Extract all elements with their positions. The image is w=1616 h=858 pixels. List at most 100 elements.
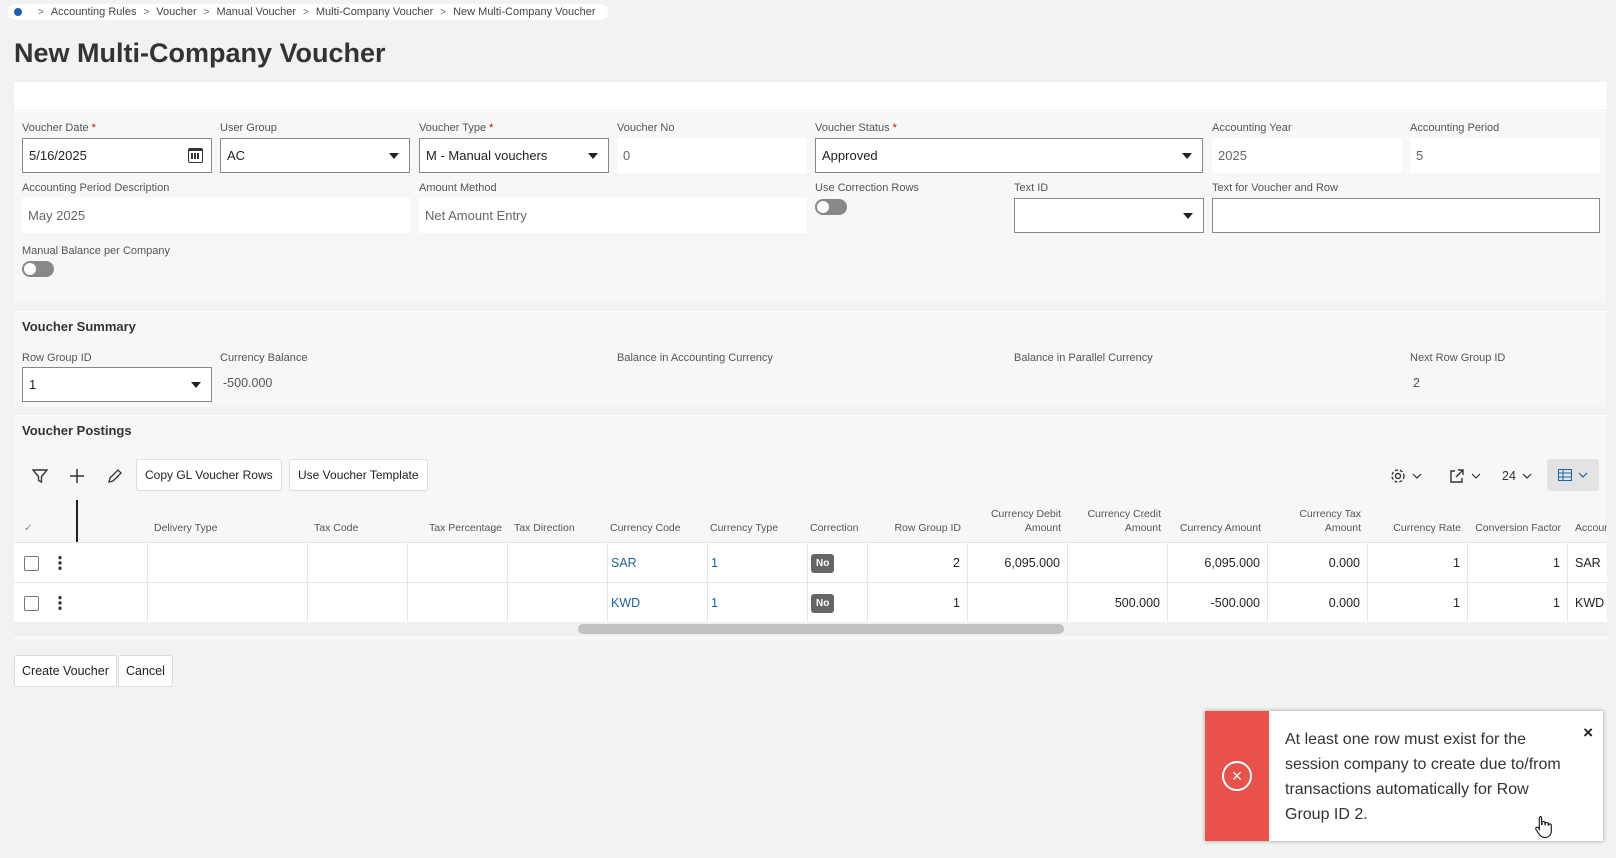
conversion-factor-cell: 1 [1553,596,1560,610]
cancel-button[interactable]: Cancel [118,655,173,687]
row-checkbox[interactable] [24,556,39,571]
currency-balance-label: Currency Balance [220,352,308,364]
breadcrumb-item-accounting-rules[interactable]: Accounting Rules [51,6,137,18]
column-header-currency-debit-amount[interactable]: Currency Debit Amount [968,500,1068,542]
column-header-tax-percentage[interactable]: Tax Percentage [409,500,509,542]
currency-balance-value: -500.000 [223,376,273,390]
error-toast-side: × [1205,711,1269,841]
row-group-id-cell: 1 [953,596,960,610]
required-mark: * [489,122,494,134]
period-description-value: May 2025 [22,198,410,233]
account-cell: KWD [1575,596,1605,610]
close-icon[interactable]: × [1583,723,1593,743]
user-group-select[interactable]: AC [220,138,410,173]
currency-type-link[interactable]: 1 [711,583,718,623]
use-correction-rows-toggle[interactable] [815,199,847,215]
row-checkbox[interactable] [24,596,39,611]
filter-icon[interactable] [28,464,52,488]
balance-accounting-label: Balance in Accounting Currency [617,352,773,364]
more-options-icon[interactable] [58,555,62,571]
voucher-date-field[interactable]: 5/16/2025 [22,138,212,173]
chevron-down-icon [389,153,399,159]
column-header-tax-direction[interactable]: Tax Direction [514,500,604,542]
column-header-row-group-id[interactable]: Row Group ID [868,500,968,542]
voucher-no-value: 0 [617,138,807,173]
home-icon[interactable] [14,8,22,16]
voucher-type-value: M - Manual vouchers [426,148,548,163]
voucher-status-label: Voucher Status * [815,122,897,134]
calendar-icon[interactable] [188,148,203,163]
currency-type-link[interactable]: 1 [711,543,718,583]
credit-amount-cell [1067,543,1167,583]
voucher-no-label: Voucher No [617,122,675,134]
breadcrumb-item-voucher[interactable]: Voucher [156,6,196,18]
chevron-down-icon [1522,473,1532,479]
amount-method-label: Amount Method [419,182,497,194]
create-voucher-button[interactable]: Create Voucher [14,655,117,687]
page-title: New Multi-Company Voucher [14,38,386,68]
add-icon[interactable] [65,464,89,488]
select-all-icon[interactable]: ✓ [24,500,40,542]
manual-balance-toggle[interactable] [22,261,54,277]
error-icon: × [1222,761,1252,791]
edit-icon[interactable] [103,464,127,488]
row-group-id-select[interactable]: 1 [22,367,212,402]
column-header-tax-code[interactable]: Tax Code [314,500,409,542]
accounting-period-label: Accounting Period [1410,122,1500,134]
row-group-id-value: 1 [29,377,37,392]
voucher-status-select[interactable]: Approved [815,138,1203,173]
next-row-group-id-label: Next Row Group ID [1410,352,1506,364]
column-header-currency-rate[interactable]: Currency Rate [1368,500,1468,542]
page-size-select[interactable]: 24 [1499,464,1535,488]
breadcrumb-item-multi-company-voucher[interactable]: Multi-Company Voucher [316,6,433,18]
table-view-icon[interactable] [1547,459,1599,491]
accounting-year-value: 2025 [1212,138,1402,173]
tax-amount-cell: 0.000 [1328,556,1360,570]
use-voucher-template-button[interactable]: Use Voucher Template [289,459,428,491]
hand-cursor-icon [1535,815,1552,839]
breadcrumb-item-manual-voucher[interactable]: Manual Voucher [217,6,297,18]
row-group-id-cell: 2 [953,556,960,570]
table-row[interactable]: KWD 1 No 1 500.000 -500.000 0.000 1 1 KW… [14,582,1607,623]
chevron-down-icon [1578,472,1588,478]
breadcrumb-item-current: New Multi-Company Voucher [453,6,596,18]
column-header-conversion-factor[interactable]: Conversion Factor [1468,500,1568,542]
column-header-currency-tax-amount[interactable]: Currency Tax Amount [1268,500,1368,542]
tax-amount-cell: 0.000 [1328,596,1360,610]
text-id-select[interactable] [1014,198,1204,233]
currency-rate-cell: 1 [1453,556,1460,570]
amount-method-value: Net Amount Entry [419,198,807,233]
page-size-value: 24 [1502,469,1516,483]
balance-parallel-label: Balance in Parallel Currency [1014,352,1153,364]
chevron-right-icon: > [203,6,210,18]
required-mark: * [91,122,96,134]
column-header-currency-amount[interactable]: Currency Amount [1168,500,1268,542]
column-header-currency-code[interactable]: Currency Code [610,500,705,542]
horizontal-scrollbar-thumb[interactable] [578,624,1064,634]
use-correction-rows-label: Use Correction Rows [815,182,919,194]
currency-code-link[interactable]: SAR [611,543,637,583]
table-row[interactable]: SAR 1 No 2 6,095.000 6,095.000 0.000 1 1… [14,542,1607,583]
column-header-currency-type[interactable]: Currency Type [710,500,805,542]
text-voucher-row-label: Text for Voucher and Row [1212,182,1338,194]
copy-gl-voucher-rows-button[interactable]: Copy GL Voucher Rows [136,459,282,491]
column-header-delivery-type[interactable]: Delivery Type [154,500,309,542]
user-group-label: User Group [220,122,277,134]
settings-icon[interactable] [1386,464,1426,488]
column-header-account[interactable]: Accoun [1575,500,1607,542]
column-header-currency-credit-amount[interactable]: Currency Credit Amount [1068,500,1168,542]
chevron-right-icon: > [440,6,447,18]
voucher-type-select[interactable]: M - Manual vouchers [419,138,609,173]
debit-amount-cell: 6,095.000 [1004,556,1060,570]
manual-balance-label: Manual Balance per Company [22,245,170,257]
correction-badge: No [811,583,835,623]
more-options-icon[interactable] [58,595,62,611]
next-row-group-id-value: 2 [1413,376,1420,390]
currency-code-link[interactable]: KWD [611,583,640,623]
chevron-down-icon [1182,153,1192,159]
chevron-right-icon: > [303,6,309,18]
chevron-down-icon [1412,473,1422,479]
export-icon[interactable] [1445,464,1485,488]
voucher-date-value: 5/16/2025 [29,148,87,163]
text-voucher-row-input[interactable] [1212,198,1600,233]
